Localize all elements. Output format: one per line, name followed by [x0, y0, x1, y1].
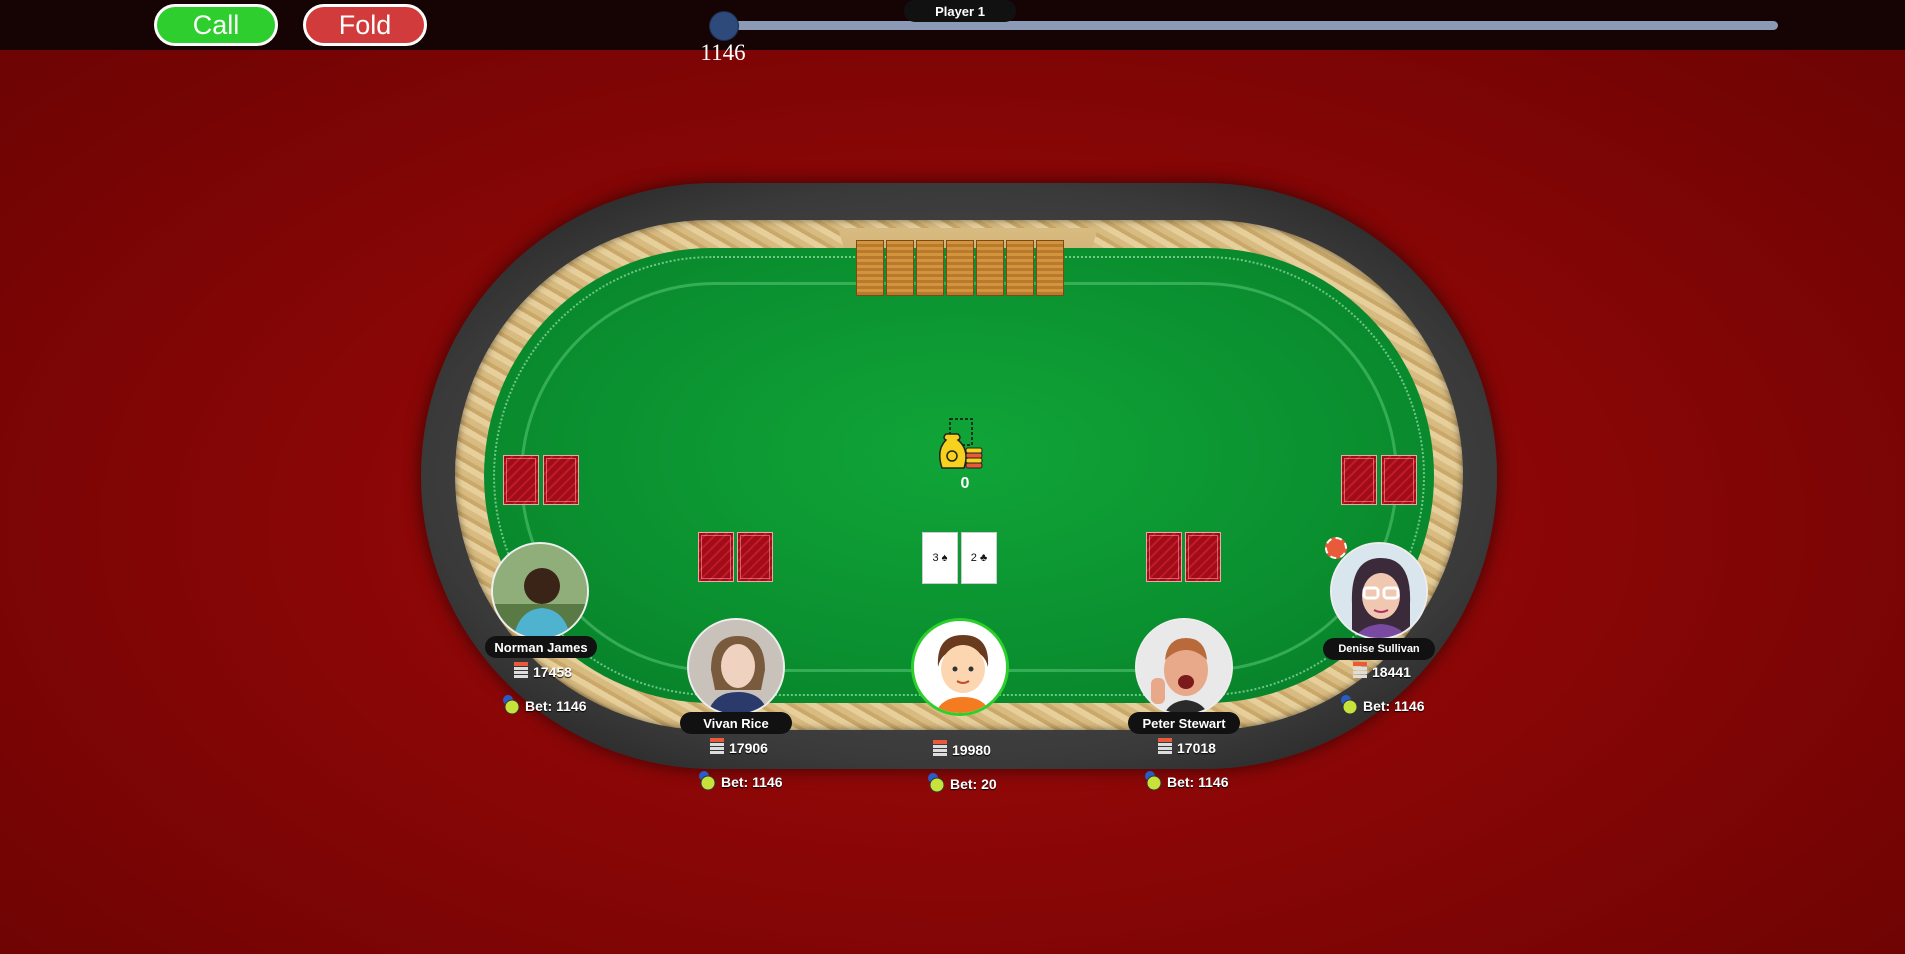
- player-avatar-vivan-rice[interactable]: [687, 618, 785, 716]
- rack-slot: [886, 240, 914, 296]
- pot-money-bag-icon: [936, 418, 996, 472]
- player-chips: 17018: [1157, 736, 1216, 759]
- bet-chip-icon: [501, 693, 521, 718]
- chip-stack-icon: [1157, 736, 1173, 759]
- player-bet: Bet: 1146: [1143, 769, 1228, 794]
- player-avatar-norman-james[interactable]: [491, 542, 589, 640]
- player-name: Player 1: [904, 0, 1016, 22]
- hole-card-back: [503, 455, 539, 505]
- player-bet: Bet: 1146: [1339, 693, 1424, 718]
- bet-chip-icon: [697, 769, 717, 794]
- hole-card-back: [1341, 455, 1377, 505]
- player-bet: Bet: 1146: [501, 693, 586, 718]
- hole-card-back: [1381, 455, 1417, 505]
- pot-value: 0: [960, 475, 970, 492]
- player-name: Denise Sullivan: [1323, 638, 1435, 660]
- rack-slot: [1036, 240, 1064, 296]
- raise-slider-track[interactable]: [712, 21, 1778, 30]
- hole-card-back: [737, 532, 773, 582]
- raise-slider-value: 1146: [700, 40, 746, 65]
- player-name: Norman James: [485, 636, 597, 658]
- raise-slider-thumb[interactable]: [709, 11, 739, 41]
- player-avatar-peter-stewart[interactable]: [1135, 618, 1233, 716]
- player-avatar-denise-sullivan[interactable]: [1330, 542, 1428, 640]
- chip-stack-icon: [709, 736, 725, 759]
- rack-slot: [1006, 240, 1034, 296]
- player-bet: Bet: 20: [926, 771, 997, 796]
- player-chips: 19980: [932, 738, 991, 761]
- player-name: Peter Stewart: [1128, 712, 1240, 734]
- player-name: Vivan Rice: [680, 712, 792, 734]
- player-avatar-player-1[interactable]: [911, 618, 1009, 716]
- rack-slot: [856, 240, 884, 296]
- rack-slot: [916, 240, 944, 296]
- call-button[interactable]: Call: [154, 4, 278, 46]
- community-card: 3 ♠: [922, 532, 958, 584]
- player-chips: 17906: [709, 736, 768, 759]
- hole-card-back: [1185, 532, 1221, 582]
- player-bet: Bet: 1146: [697, 769, 782, 794]
- player-chips: 18441: [1352, 660, 1411, 683]
- community-card: 2 ♣: [961, 532, 997, 584]
- rack-slot: [976, 240, 1004, 296]
- bet-chip-icon: [1143, 769, 1163, 794]
- chip-stack-icon: [1352, 660, 1368, 683]
- chip-stack-icon: [513, 660, 529, 683]
- player-chips: 17458: [513, 660, 572, 683]
- fold-button[interactable]: Fold: [303, 4, 427, 46]
- bet-chip-icon: [926, 771, 946, 796]
- hole-card-back: [698, 532, 734, 582]
- hole-card-back: [1146, 532, 1182, 582]
- rack-slot: [946, 240, 974, 296]
- chip-stack-icon: [932, 738, 948, 761]
- bet-chip-icon: [1339, 693, 1359, 718]
- hole-card-back: [543, 455, 579, 505]
